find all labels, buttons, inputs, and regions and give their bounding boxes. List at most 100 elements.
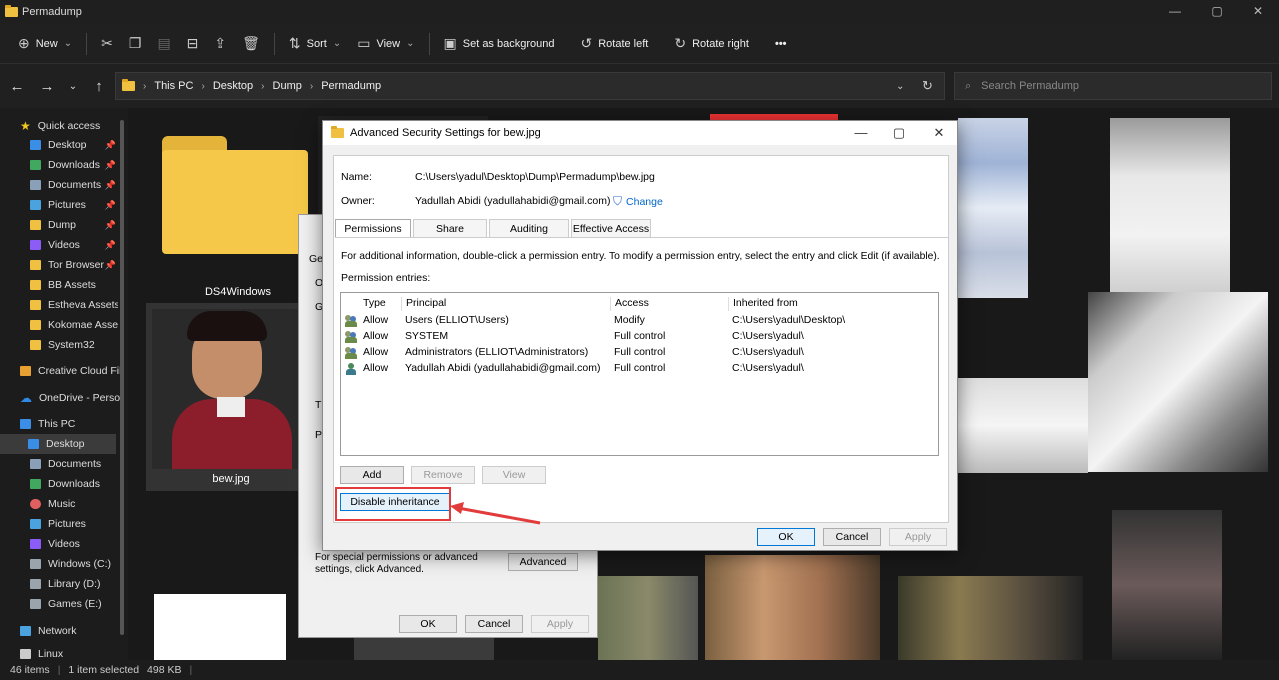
apply-button[interactable]: Apply bbox=[889, 528, 947, 546]
pixelated-thumbnail[interactable] bbox=[598, 576, 698, 660]
rotate-right-button[interactable]: ↻ Rotate right bbox=[666, 30, 757, 58]
column-header-access[interactable]: Access bbox=[610, 297, 649, 311]
sidebar-item-downloads-pc[interactable]: Downloads bbox=[30, 474, 118, 494]
paste-button[interactable]: ▤ bbox=[149, 30, 178, 58]
sidebar-item-kokomae-assets[interactable]: Kokomae Assets bbox=[30, 315, 118, 335]
tab-share[interactable]: Share bbox=[413, 219, 487, 237]
refresh-icon[interactable]: ↻ bbox=[922, 78, 933, 94]
pixelated-thumbnail[interactable] bbox=[1088, 292, 1268, 472]
change-owner-link[interactable]: ⛉ Change bbox=[613, 194, 663, 209]
search-input[interactable]: ⌕ Search Permadump bbox=[954, 72, 1272, 100]
breadcrumb-dump[interactable]: Dump bbox=[273, 80, 302, 92]
sidebar-item-library-d[interactable]: Library (D:) bbox=[30, 574, 118, 594]
pixelated-thumbnail[interactable] bbox=[958, 378, 1088, 473]
breadcrumb-this-pc[interactable]: This PC bbox=[154, 80, 193, 92]
recent-chevron-icon[interactable]: ⌄ bbox=[60, 81, 86, 92]
videos-icon bbox=[30, 539, 41, 549]
sidebar-item-this-pc[interactable]: This PC bbox=[20, 414, 120, 434]
sidebar-item-creative-cloud[interactable]: Creative Cloud Fil bbox=[20, 361, 120, 381]
sidebar-item-estheva-assets[interactable]: Estheva Assets bbox=[30, 295, 118, 315]
sidebar-item-bb-assets[interactable]: BB Assets bbox=[30, 275, 118, 295]
add-button[interactable]: Add bbox=[340, 466, 404, 484]
name-label: Name: bbox=[341, 171, 372, 183]
column-header-principal[interactable]: Principal bbox=[401, 297, 446, 311]
remove-button[interactable]: Remove bbox=[411, 466, 475, 484]
pixelated-thumbnail[interactable] bbox=[705, 555, 880, 660]
maximize-button[interactable]: ▢ bbox=[1207, 4, 1227, 18]
tab-permissions[interactable]: Permissions bbox=[335, 219, 411, 237]
set-as-background-button[interactable]: ▣ Set as background bbox=[436, 30, 563, 58]
sidebar-item-videos[interactable]: Videos 📌 bbox=[30, 235, 118, 255]
permission-row[interactable]: Allow SYSTEM Full control C:\Users\yadul… bbox=[341, 329, 938, 345]
sidebar-item-downloads[interactable]: Downloads 📌 bbox=[30, 155, 118, 175]
address-bar[interactable]: › This PC › Desktop › Dump › Permadump ⌄… bbox=[115, 72, 945, 100]
maximize-button[interactable]: ▢ bbox=[889, 125, 909, 141]
sidebar-item-desktop[interactable]: Desktop 📌 bbox=[30, 135, 118, 155]
up-arrow-icon[interactable]: ↑ bbox=[86, 78, 112, 95]
sidebar-item-games-e[interactable]: Games (E:) bbox=[30, 594, 118, 614]
copy-button[interactable]: ❐ bbox=[121, 30, 150, 58]
permission-entries-list[interactable]: Type Principal Access Inherited from All… bbox=[340, 292, 939, 456]
breadcrumb-permadump[interactable]: Permadump bbox=[321, 80, 381, 92]
back-arrow-icon[interactable]: ← bbox=[4, 78, 30, 95]
tab-divider bbox=[335, 237, 949, 238]
permission-row[interactable]: Allow Administrators (ELLIOT\Administrat… bbox=[341, 345, 938, 361]
sidebar-scrollbar[interactable] bbox=[120, 120, 124, 635]
sidebar-item-tor-browser[interactable]: Tor Browser 📌 bbox=[30, 255, 118, 275]
column-header-type[interactable]: Type bbox=[359, 297, 386, 311]
close-button[interactable]: ✕ bbox=[1248, 4, 1268, 18]
file-item-image-selected[interactable]: bew.jpg bbox=[146, 303, 316, 491]
new-button[interactable]: ⊕ New ⌄ bbox=[10, 30, 80, 58]
minimize-button[interactable]: — bbox=[851, 125, 871, 140]
cut-button[interactable]: ✂ bbox=[93, 30, 121, 58]
view-button[interactable]: View bbox=[482, 466, 546, 484]
rename-button[interactable]: ⊟ bbox=[179, 30, 207, 58]
address-dropdown-icon[interactable]: ⌄ bbox=[896, 81, 904, 92]
rotate-left-button[interactable]: ↺ Rotate left bbox=[572, 30, 656, 58]
advanced-button[interactable]: Advanced bbox=[508, 553, 578, 571]
view-button[interactable]: ▭ View ⌄ bbox=[349, 30, 422, 58]
sidebar-item-dump[interactable]: Dump 📌 bbox=[30, 215, 118, 235]
sidebar-item-network[interactable]: Network bbox=[20, 621, 120, 641]
delete-button[interactable]: 🗑 bbox=[234, 30, 268, 58]
sidebar-item-documents-pc[interactable]: Documents bbox=[30, 454, 118, 474]
sidebar-item-linux[interactable]: Linux bbox=[20, 647, 120, 660]
ok-button[interactable]: OK bbox=[399, 615, 457, 633]
sidebar-item-videos-pc[interactable]: Videos bbox=[30, 534, 118, 554]
cancel-button[interactable]: Cancel bbox=[823, 528, 881, 546]
breadcrumb-desktop[interactable]: Desktop bbox=[213, 80, 253, 92]
close-button[interactable]: ✕ bbox=[929, 125, 949, 141]
sidebar-item-quick-access[interactable]: ★ Quick access bbox=[20, 116, 120, 136]
sort-button[interactable]: ⇅ Sort ⌄ bbox=[281, 30, 349, 58]
sidebar-item-windows-c[interactable]: Windows (C:) bbox=[30, 554, 118, 574]
sidebar-item-desktop-selected[interactable]: Desktop bbox=[0, 434, 116, 454]
forward-arrow-icon[interactable]: → bbox=[34, 78, 60, 95]
share-button[interactable]: ⇪ bbox=[206, 30, 234, 58]
set-bg-label: Set as background bbox=[462, 37, 555, 50]
document-icon bbox=[30, 180, 41, 190]
apply-button[interactable]: Apply bbox=[531, 615, 589, 633]
sidebar-item-label: Network bbox=[38, 625, 77, 637]
minimize-button[interactable]: — bbox=[1165, 4, 1185, 18]
pixelated-thumbnail[interactable] bbox=[1112, 510, 1222, 660]
sidebar-item-music[interactable]: Music bbox=[30, 494, 118, 514]
sidebar-item-pictures-pc[interactable]: Pictures bbox=[30, 514, 118, 534]
pixelated-thumbnail[interactable] bbox=[1110, 118, 1230, 293]
tab-effective-access[interactable]: Effective Access bbox=[571, 219, 651, 237]
sidebar-item-system32[interactable]: System32 bbox=[30, 335, 118, 355]
chevron-right-icon: › bbox=[143, 80, 147, 92]
document-thumbnail[interactable] bbox=[154, 594, 286, 660]
cancel-button[interactable]: Cancel bbox=[465, 615, 523, 633]
pixelated-thumbnail[interactable] bbox=[958, 118, 1028, 298]
column-header-inherited-from[interactable]: Inherited from bbox=[728, 297, 798, 311]
permission-row[interactable]: Allow Yadullah Abidi (yadullahabidi@gmai… bbox=[341, 361, 938, 377]
file-item-folder[interactable]: DS4Windows bbox=[148, 126, 308, 306]
sidebar-item-pictures[interactable]: Pictures 📌 bbox=[30, 195, 118, 215]
sidebar-item-onedrive[interactable]: ☁ OneDrive - Persor bbox=[20, 388, 120, 408]
ok-button[interactable]: OK bbox=[757, 528, 815, 546]
permission-row[interactable]: Allow Users (ELLIOT\Users) Modify C:\Use… bbox=[341, 313, 938, 329]
pixelated-thumbnail[interactable] bbox=[898, 576, 1083, 660]
more-options-button[interactable]: ••• bbox=[767, 30, 795, 58]
tab-auditing[interactable]: Auditing bbox=[489, 219, 569, 237]
sidebar-item-documents[interactable]: Documents 📌 bbox=[30, 175, 118, 195]
